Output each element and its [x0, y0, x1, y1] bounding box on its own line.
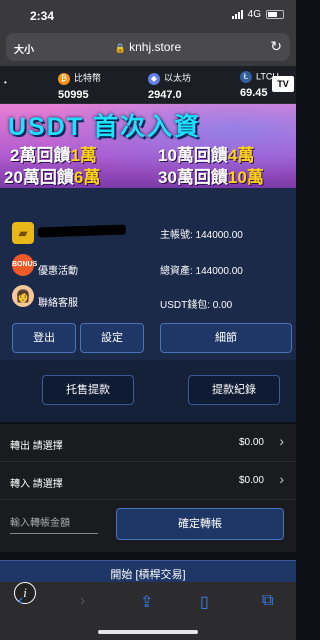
transfer-amount-input[interactable]	[10, 514, 98, 534]
transfer-in-label: 轉入 請選擇	[10, 479, 63, 490]
url-display[interactable]: 🔒 knhj.store	[6, 40, 290, 54]
chevron-right-icon: ›	[279, 471, 284, 487]
status-bar: 2:34 4G	[0, 0, 296, 30]
battery-icon	[266, 10, 284, 19]
share-icon[interactable]: ⇪	[140, 592, 153, 612]
logout-button[interactable]: 登出	[12, 323, 76, 353]
status-indicators: 4G	[231, 9, 284, 20]
total-assets: 總資產: 144000.00	[160, 266, 243, 277]
lock-icon: 🔒	[114, 43, 127, 53]
ticker-name: 以太坊	[164, 73, 192, 83]
back-icon[interactable]: ‹	[18, 592, 23, 610]
withdraw-records-button[interactable]: 提款紀錄	[188, 375, 280, 405]
details-button[interactable]: 細節	[160, 323, 292, 353]
offer-text: 30萬回饋	[158, 168, 228, 187]
ethereum-icon: ◆	[148, 72, 160, 85]
tradingview-logo: TV	[272, 76, 294, 92]
transfer-in-amount: $0.00	[238, 475, 264, 486]
settings-button[interactable]: 設定	[80, 323, 144, 353]
ticker-name: 比特幣	[74, 73, 102, 83]
home-indicator	[98, 630, 198, 634]
banner-offer-3: 20萬回饋6萬	[4, 163, 100, 188]
gold-bar-icon: ▰	[12, 222, 34, 244]
ticker-item-eth[interactable]: ◆ 以太坊 2947.0	[148, 71, 191, 101]
banner-title: USDT 首次入資	[8, 113, 202, 141]
address-field[interactable]: 大小 🔒 knhj.store ↻	[6, 33, 290, 61]
offer-text: 20萬回饋	[4, 168, 74, 187]
tabs-icon[interactable]: ⧉	[262, 592, 273, 610]
promo-label[interactable]: 優惠活動	[38, 262, 78, 277]
ticker-price: 50995	[58, 88, 89, 101]
reload-icon[interactable]: ↻	[270, 38, 282, 55]
transfer-out-select[interactable]: 轉出 請選擇 $0.00 ›	[0, 424, 296, 462]
transfer-in-select[interactable]: 轉入 請選擇 $0.00 ›	[0, 462, 296, 500]
ticker-price: 2947.0	[148, 88, 182, 101]
safari-toolbar: i ‹ › ⇪ ▯ ⧉	[0, 582, 296, 640]
transfer-out-amount: $0.00	[238, 437, 264, 448]
litecoin-icon: Ł	[240, 71, 252, 83]
usdt-wallet: USDT錢包: 0.00	[160, 300, 233, 311]
chevron-right-icon: ›	[279, 433, 284, 449]
transfer-out-label: 轉出 請選擇	[10, 441, 63, 452]
forward-icon: ›	[80, 592, 86, 609]
banner-offer-4: 30萬回饋10萬	[158, 163, 264, 188]
sell-withdraw-button[interactable]: 托售提款	[42, 375, 134, 405]
panel-spacer	[0, 188, 296, 208]
signal-icon	[231, 10, 243, 19]
network-type: 4G	[247, 9, 261, 20]
bonus-icon: BONUS	[12, 254, 37, 276]
bookmarks-icon[interactable]: ▯	[200, 592, 209, 612]
bitcoin-icon: ₿	[58, 72, 70, 85]
offer-bonus: 10萬	[227, 168, 264, 187]
transfer-amount-section: 確定轉帳	[0, 500, 296, 552]
url-text: knhj.store	[129, 40, 182, 54]
ticker-item-btc[interactable]: ₿ 比特幣 50995	[58, 71, 101, 101]
browser-url-bar: 大小 🔒 knhj.store ↻	[0, 30, 296, 66]
confirm-transfer-button[interactable]: 確定轉帳	[116, 508, 284, 540]
offer-bonus: 6萬	[73, 168, 101, 187]
price-ticker: • ₿ 比特幣 50995 ◆ 以太坊 2947.0 Ł LTCU 69.45 TV	[0, 66, 296, 104]
customer-service-label[interactable]: 聯絡客服	[38, 294, 78, 309]
customer-service-icon: 👩	[12, 285, 34, 307]
status-time: 2:34	[30, 9, 55, 23]
promo-banner[interactable]: USDT 首次入資 2萬回饋1萬 10萬回饋4萬 20萬回饋6萬 30萬回饋10…	[0, 104, 296, 188]
withdraw-actions: 托售提款 提款紀錄	[0, 360, 296, 422]
ticker-dot: •	[4, 78, 7, 87]
main-account-balance: 主帳號: 144000.00	[160, 230, 243, 241]
